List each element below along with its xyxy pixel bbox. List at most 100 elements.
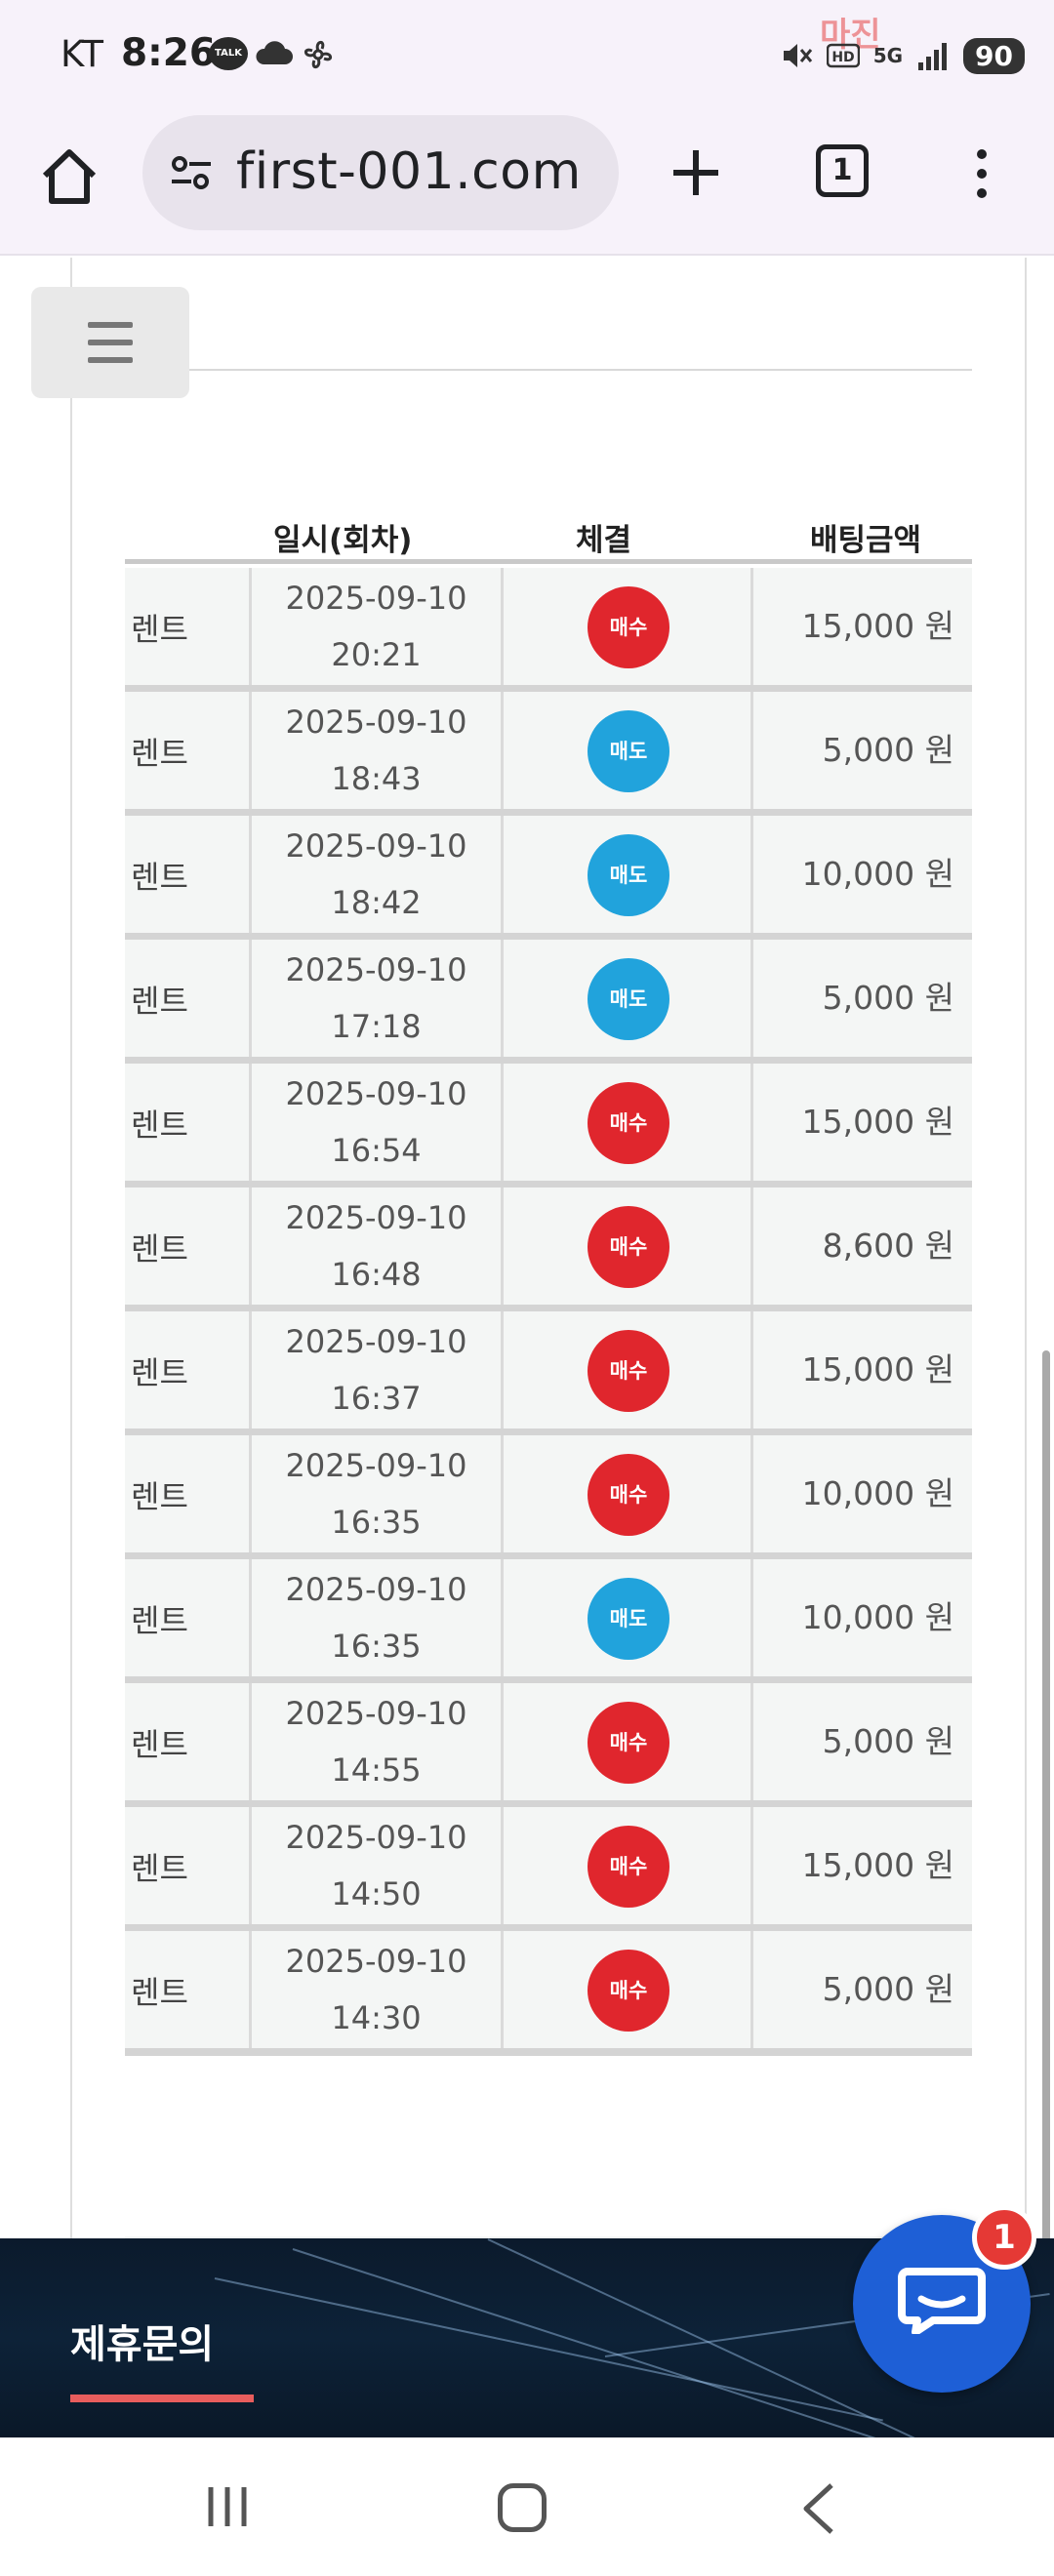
- game-name: 렌트: [131, 1230, 188, 1268]
- game-name-cell: 렌트: [125, 1559, 252, 1676]
- clock: 8:26: [121, 31, 217, 75]
- header-datetime: 일시(회차): [273, 523, 413, 558]
- menu-line-icon: [88, 340, 133, 345]
- date-text: 2025-09-10: [285, 580, 467, 617]
- result-cell: 매수: [504, 1187, 753, 1305]
- signal-icon: [918, 43, 948, 70]
- game-name-cell: 렌트: [125, 568, 252, 685]
- game-name: 렌트: [131, 859, 188, 896]
- sell-badge: 매도: [588, 958, 669, 1040]
- time-text: 14:50: [331, 1875, 422, 1912]
- menu-line-icon: [88, 357, 133, 363]
- partnership-inquiry-title[interactable]: 제휴문의: [70, 2313, 214, 2369]
- bet-amount: 5,000 원: [822, 1722, 954, 1760]
- date-text: 2025-09-10: [285, 1075, 467, 1112]
- date-text: 2025-09-10: [285, 1819, 467, 1856]
- table-row: 렌트 2025-09-10 17:18 매도 5,000 원: [125, 940, 972, 1065]
- game-name: 렌트: [131, 611, 188, 648]
- recent-apps-icon[interactable]: [203, 2483, 252, 2530]
- table-row: 렌트 2025-09-10 18:42 매도 10,000 원: [125, 816, 972, 941]
- game-name-cell: 렌트: [125, 1064, 252, 1181]
- game-name-cell: 렌트: [125, 692, 252, 809]
- datetime-cell: 2025-09-10 16:37: [252, 1311, 504, 1429]
- bet-amount: 15,000 원: [801, 1846, 954, 1884]
- web-page: 일시(회차) 체결 배팅금액 렌트 2025-09-10 20:21 매수 15,000…: [0, 258, 1054, 2435]
- game-name-cell: 렌트: [125, 816, 252, 933]
- table-row: 렌트 2025-09-10 18:43 매도 5,000 원: [125, 692, 972, 817]
- table-row: 렌트 2025-09-10 20:21 매수 15,000 원: [125, 568, 972, 693]
- buy-badge: 매수: [588, 1702, 669, 1784]
- time-text: 14:30: [331, 1999, 422, 2036]
- chat-widget-button[interactable]: 1: [853, 2205, 1036, 2393]
- date-text: 2025-09-10: [285, 1571, 467, 1608]
- site-settings-icon[interactable]: [168, 152, 215, 193]
- game-name: 렌트: [131, 1974, 188, 2011]
- time-text: 16:48: [331, 1256, 422, 1293]
- game-name-cell: 렌트: [125, 1807, 252, 1924]
- sell-badge: 매도: [588, 710, 669, 792]
- time-text: 16:37: [331, 1380, 422, 1417]
- address-bar[interactable]: first-001.com: [142, 115, 619, 230]
- buy-badge: 매수: [588, 1082, 669, 1164]
- datetime-cell: 2025-09-10 16:35: [252, 1559, 504, 1676]
- table-row: 렌트 2025-09-10 14:50 매수 15,000 원: [125, 1807, 972, 1932]
- cloud-icon: [256, 41, 293, 64]
- date-text: 2025-09-10: [285, 1323, 467, 1360]
- table-row: 렌트 2025-09-10 14:30 매수 5,000 원: [125, 1931, 972, 2056]
- game-name-cell: 렌트: [125, 1435, 252, 1552]
- datetime-cell: 2025-09-10 14:50: [252, 1807, 504, 1924]
- new-tab-icon[interactable]: [668, 144, 724, 201]
- date-text: 2025-09-10: [285, 1943, 467, 1980]
- game-name-cell: 렌트: [125, 1311, 252, 1429]
- bet-amount: 5,000 원: [822, 1970, 954, 2008]
- result-cell: 매수: [504, 1807, 753, 1924]
- hamburger-menu-button[interactable]: [31, 287, 189, 398]
- result-cell: 매수: [504, 568, 753, 685]
- datetime-cell: 2025-09-10 16:48: [252, 1187, 504, 1305]
- bet-amount: 5,000 원: [822, 731, 954, 769]
- buy-badge: 매수: [588, 586, 669, 668]
- buy-badge: 매수: [588, 1826, 669, 1908]
- time-text: 16:35: [331, 1628, 422, 1665]
- table-row: 렌트 2025-09-10 16:54 매수 15,000 원: [125, 1064, 972, 1188]
- table-row: 렌트 2025-09-10 16:37 매수 15,000 원: [125, 1311, 972, 1436]
- notification-badge: 1: [972, 2205, 1036, 2270]
- time-text: 17:18: [331, 1008, 422, 1045]
- bet-amount: 8,600 원: [822, 1227, 954, 1265]
- fan-icon: [304, 41, 332, 68]
- game-name: 렌트: [131, 1478, 188, 1515]
- battery-indicator: 90: [963, 37, 1025, 74]
- bet-amount: 5,000 원: [822, 979, 954, 1017]
- time-text: 18:42: [331, 884, 422, 921]
- kakaotalk-icon: TALK: [209, 37, 248, 70]
- buy-badge: 매수: [588, 1330, 669, 1412]
- time-text: 14:55: [331, 1751, 422, 1789]
- svg-text:HD: HD: [831, 50, 854, 65]
- result-cell: 매도: [504, 1559, 753, 1676]
- more-menu-icon[interactable]: [972, 146, 992, 201]
- game-name: 렌트: [131, 735, 188, 772]
- result-cell: 매수: [504, 1931, 753, 2048]
- table-row: 렌트 2025-09-10 16:48 매수 8,600 원: [125, 1187, 972, 1312]
- mute-icon: [783, 44, 812, 67]
- game-name: 렌트: [131, 1107, 188, 1144]
- datetime-cell: 2025-09-10 18:42: [252, 816, 504, 933]
- divider: [125, 369, 972, 371]
- tab-switcher-button[interactable]: 1: [816, 144, 869, 197]
- chat-bubble-icon: [898, 2268, 986, 2334]
- datetime-cell: 2025-09-10 17:18: [252, 940, 504, 1057]
- bet-amount: 15,000 원: [801, 607, 954, 645]
- system-icons: HD 5G 90: [780, 35, 1025, 76]
- time-text: 18:43: [331, 760, 422, 797]
- buy-badge: 매수: [588, 1454, 669, 1536]
- url-text: first-001.com: [236, 142, 582, 201]
- home-button-icon[interactable]: [498, 2483, 547, 2532]
- result-cell: 매수: [504, 1435, 753, 1552]
- browser-toolbar: first-001.com 1: [0, 109, 1054, 256]
- datetime-cell: 2025-09-10 16:35: [252, 1435, 504, 1552]
- game-name: 렌트: [131, 1354, 188, 1391]
- back-icon[interactable]: [798, 2481, 837, 2536]
- buy-badge: 매수: [588, 1206, 669, 1288]
- home-icon[interactable]: [37, 144, 101, 209]
- game-name: 렌트: [131, 1602, 188, 1639]
